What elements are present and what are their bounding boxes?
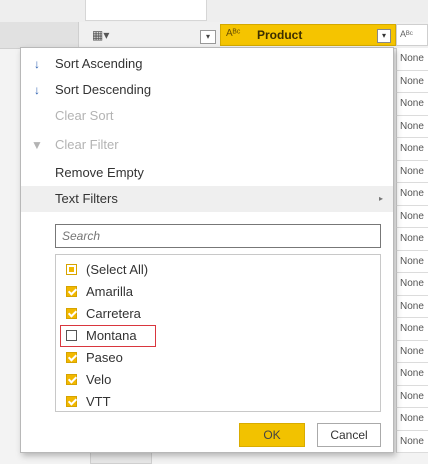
table-cell[interactable]: None bbox=[396, 250, 428, 273]
top-strip bbox=[0, 0, 428, 23]
clear-filter-icon: ▼ bbox=[31, 138, 43, 152]
table-cell[interactable]: None bbox=[396, 115, 428, 138]
column-header-product[interactable]: Aᴮᶜ Product ▾ bbox=[220, 24, 396, 46]
cancel-button[interactable]: Cancel bbox=[317, 423, 381, 447]
sort-ascending-icon: ↓ bbox=[34, 57, 40, 71]
table-cell[interactable]: None bbox=[396, 273, 428, 296]
checkbox-checked[interactable] bbox=[66, 396, 77, 407]
menu-item-remove-empty[interactable]: Remove Empty bbox=[21, 160, 393, 186]
value-list[interactable]: (Select All) Amarilla Carretera Montana … bbox=[55, 254, 381, 412]
search-input[interactable] bbox=[55, 224, 381, 248]
column-header-label: Product bbox=[257, 28, 303, 42]
table-cell[interactable]: None bbox=[396, 385, 428, 408]
submenu-arrow-icon: ▸ bbox=[378, 194, 383, 203]
checkbox-indeterminate[interactable] bbox=[66, 264, 77, 275]
table-cell[interactable]: None bbox=[396, 183, 428, 206]
checkbox-checked[interactable] bbox=[66, 352, 77, 363]
row-number-gutter bbox=[0, 22, 79, 48]
table-cell[interactable]: None bbox=[396, 70, 428, 93]
menu-item-text-filters[interactable]: Text Filters ▸ bbox=[21, 186, 393, 212]
table-icon[interactable]: ▦▾ bbox=[92, 28, 114, 42]
previous-column-dropdown-icon[interactable]: ▾ bbox=[200, 30, 216, 44]
table-cell[interactable]: None bbox=[396, 160, 428, 183]
sort-descending-icon: ↓ bbox=[34, 83, 40, 97]
table-cell[interactable]: None bbox=[396, 48, 428, 71]
checkbox-checked[interactable] bbox=[66, 374, 77, 385]
column-header-next[interactable]: Aᴮᶜ bbox=[396, 24, 428, 46]
table-cell[interactable]: None bbox=[396, 93, 428, 116]
menu-item-clear-filter[interactable]: ▼ Clear Filter bbox=[21, 132, 393, 158]
menu-item-sort-descending[interactable]: ↓ Sort Descending bbox=[21, 77, 393, 103]
table-cell[interactable]: None bbox=[396, 205, 428, 228]
text-type-icon[interactable]: Aᴮᶜ bbox=[400, 29, 413, 39]
column-filter-menu: ↓ Sort Ascending ↓ Sort Descending Clear… bbox=[20, 47, 394, 453]
table-cell[interactable]: None bbox=[396, 138, 428, 161]
menu-item-clear-sort[interactable]: Clear Sort bbox=[21, 103, 393, 129]
checkbox-checked[interactable] bbox=[66, 308, 77, 319]
checkbox-checked[interactable] bbox=[66, 286, 77, 297]
menu-item-sort-ascending[interactable]: ↓ Sort Ascending bbox=[21, 51, 393, 77]
next-column-cells: None None None None None None None None None None… bbox=[396, 48, 428, 453]
table-cell[interactable]: None bbox=[396, 430, 428, 453]
formula-area bbox=[85, 0, 207, 21]
table-cell[interactable]: None bbox=[396, 295, 428, 318]
ok-button[interactable]: OK bbox=[239, 423, 305, 447]
checkbox-unchecked[interactable] bbox=[66, 330, 77, 341]
table-cell[interactable]: None bbox=[396, 408, 428, 431]
table-cell[interactable]: None bbox=[396, 228, 428, 251]
table-cell[interactable]: None bbox=[396, 318, 428, 341]
table-cell[interactable]: None bbox=[396, 363, 428, 386]
text-type-icon[interactable]: Aᴮᶜ bbox=[226, 28, 240, 39]
table-cell[interactable]: None bbox=[396, 340, 428, 363]
column-filter-dropdown-icon[interactable]: ▾ bbox=[377, 29, 391, 43]
